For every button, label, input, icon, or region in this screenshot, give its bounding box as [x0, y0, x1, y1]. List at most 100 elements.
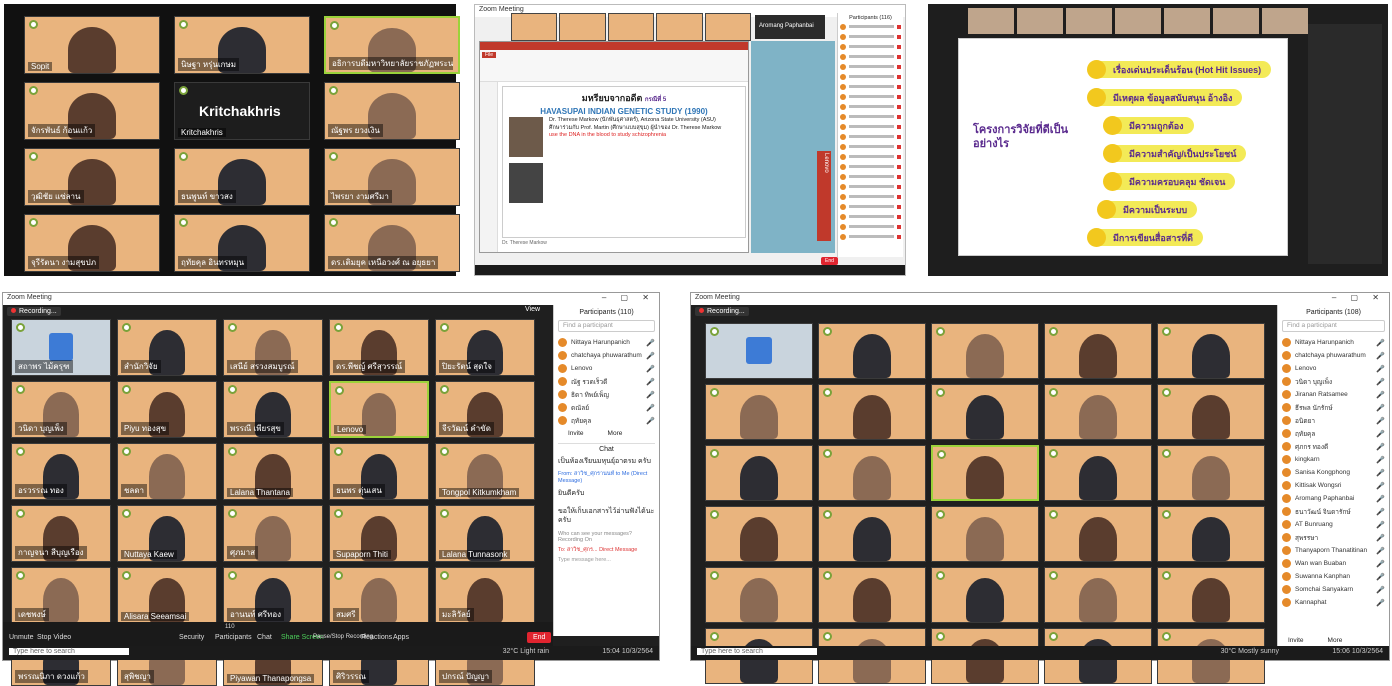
video-tile[interactable]: Supaporn Thiti [329, 505, 429, 562]
recording-indicator[interactable]: Recording... [695, 307, 749, 316]
video-thumb[interactable] [968, 8, 1014, 34]
video-tile[interactable]: นิษฐา หรุ่นเกษม [174, 16, 310, 74]
mic-muted-icon[interactable] [897, 214, 901, 219]
video-tile[interactable] [1044, 323, 1152, 379]
video-tile[interactable]: Piyu ทองสุข [117, 381, 217, 438]
participant-row[interactable]: chatchaya phuwarathum 🎤 [1282, 349, 1385, 362]
video-tile[interactable]: ธนพูนท์ ขาวสง [174, 148, 310, 206]
video-tile[interactable]: Sopit [24, 16, 160, 74]
video-tile[interactable]: มะลิวัลย์ [435, 567, 535, 624]
video-thumb[interactable] [607, 13, 655, 41]
video-tile[interactable]: ฤทัยคุล อินทรหมุน [174, 214, 310, 272]
video-tile[interactable] [931, 384, 1039, 440]
participant-row[interactable] [840, 62, 901, 71]
mic-muted-icon[interactable]: 🎤 [1376, 417, 1385, 425]
video-tile[interactable] [1157, 323, 1265, 379]
participant-row[interactable]: อนิตยา 🎤 [1282, 414, 1385, 427]
participant-row[interactable] [840, 122, 901, 131]
video-tile[interactable]: จักรพันธ์ ก้อนแก้ว [24, 82, 160, 140]
participant-row[interactable] [840, 22, 901, 31]
mic-muted-icon[interactable] [897, 184, 901, 189]
video-tile[interactable]: ดร.พีชญ์ ศรีสุวรรณ์ [329, 319, 429, 376]
video-thumb[interactable] [1164, 8, 1210, 34]
participant-row[interactable]: ดณัลย์ 🎤 [558, 401, 655, 414]
video-tile[interactable]: จุรีรัตนา งามสุขปภ [24, 214, 160, 272]
participant-row[interactable]: Suwanna Kanphan 🎤 [1282, 570, 1385, 583]
video-tile[interactable]: พรรณี เพียรสุข [223, 381, 323, 438]
video-tile[interactable]: สำนักวิจัย [117, 319, 217, 376]
speaker-thumb[interactable]: Aromang Paphanbai [755, 15, 825, 39]
reactions-button[interactable]: Reactions [361, 634, 392, 641]
participant-row[interactable]: Kittisak Wongsri 🎤 [1282, 479, 1385, 492]
mic-muted-icon[interactable]: 🎤 [1376, 573, 1385, 581]
video-tile[interactable] [931, 445, 1039, 501]
mic-muted-icon[interactable] [897, 224, 901, 229]
video-tile[interactable]: อรวรรณ ทอง [11, 443, 111, 500]
participant-row[interactable]: kingkarn 🎤 [1282, 453, 1385, 466]
video-thumb[interactable] [1017, 8, 1063, 34]
video-thumb[interactable] [559, 13, 606, 41]
participant-row[interactable] [840, 52, 901, 61]
weather-widget[interactable]: 30°C Mostly sunny [1221, 648, 1279, 655]
video-tile[interactable] [1157, 445, 1265, 501]
participant-row[interactable]: สุพรรษา 🎤 [1282, 531, 1385, 544]
video-tile[interactable] [1044, 567, 1152, 623]
video-tile[interactable]: กาญจนา สีบุญเรือง [11, 505, 111, 562]
more-button[interactable]: More [1328, 637, 1343, 644]
video-tile[interactable]: Nuttaya Kaew [117, 505, 217, 562]
mic-muted-icon[interactable] [897, 74, 901, 79]
mic-muted-icon[interactable]: 🎤 [1376, 508, 1385, 516]
slide-thumbnails[interactable] [480, 82, 498, 252]
unmute-button[interactable]: Unmute [9, 634, 34, 641]
mic-muted-icon[interactable] [897, 174, 901, 179]
mic-muted-icon[interactable] [897, 204, 901, 209]
participant-row[interactable] [840, 212, 901, 221]
mic-muted-icon[interactable]: 🎤 [1376, 599, 1385, 607]
mic-muted-icon[interactable] [897, 134, 901, 139]
invite-button[interactable]: Invite [568, 430, 584, 437]
mic-muted-icon[interactable]: 🎤 [1376, 469, 1385, 477]
ribbon-file-tab[interactable]: File [482, 52, 497, 58]
mic-muted-icon[interactable] [897, 124, 901, 129]
mic-muted-icon[interactable] [897, 44, 901, 49]
mic-muted-icon[interactable]: 🎤 [1376, 443, 1385, 451]
video-tile[interactable]: Alisara Seeamsai [117, 567, 217, 624]
video-tile[interactable]: Tongpol Kitkumkham [435, 443, 535, 500]
chat-recipient-select[interactable]: To: สาวิช_ศุกร... Direct Message [558, 546, 655, 554]
video-tile[interactable] [1157, 384, 1265, 440]
mic-muted-icon[interactable] [897, 64, 901, 69]
video-tile[interactable]: ณัฐพร ยวงเงิน [324, 82, 460, 140]
video-thumb[interactable] [1213, 8, 1259, 34]
participant-row[interactable] [840, 132, 901, 141]
participant-row[interactable]: AT Bunruang 🎤 [1282, 518, 1385, 531]
participant-row[interactable] [840, 42, 901, 51]
mic-muted-icon[interactable]: 🎤 [1376, 547, 1385, 555]
mic-muted-icon[interactable]: 🎤 [1376, 521, 1385, 529]
mic-muted-icon[interactable]: 🎤 [1376, 404, 1385, 412]
video-tile[interactable] [705, 445, 813, 501]
mic-muted-icon[interactable] [897, 234, 901, 239]
taskbar-search[interactable]: Type here to search [697, 648, 817, 655]
video-tile[interactable]: เดชพงษ์ [11, 567, 111, 624]
mic-muted-icon[interactable] [897, 84, 901, 89]
participant-row[interactable] [840, 142, 901, 151]
mic-muted-icon[interactable] [897, 54, 901, 59]
mic-muted-icon[interactable]: 🎤 [1376, 391, 1385, 399]
end-button[interactable]: End [527, 632, 552, 643]
participant-row[interactable]: วนิดา บุญเพ็ง 🎤 [1282, 375, 1385, 388]
participant-row[interactable] [840, 222, 901, 231]
video-tile[interactable]: สมศรี [329, 567, 429, 624]
mic-muted-icon[interactable] [897, 104, 901, 109]
participant-row[interactable]: Sanisa Kongphong 🎤 [1282, 466, 1385, 479]
system-clock[interactable]: 15:04 10/3/2564 [602, 648, 653, 655]
video-tile[interactable]: สถาพร ไม้ครุฑ [11, 319, 111, 376]
participant-row[interactable]: ธีรพล นักรักษ์ 🎤 [1282, 401, 1385, 414]
video-tile[interactable]: ปิยะรัตน์ สุดใจ [435, 319, 535, 376]
participant-row[interactable]: Wan wan Buaban 🎤 [1282, 557, 1385, 570]
participant-row[interactable]: ฤทัยคุล 🎤 [558, 414, 655, 427]
video-tile[interactable]: อานนท์ ศรีทอง [223, 567, 323, 624]
video-tile[interactable]: เสนีย์ สรวงสมบูรณ์ [223, 319, 323, 376]
participant-row[interactable]: chatchaya phuwarathum 🎤 [558, 349, 655, 362]
mic-muted-icon[interactable] [897, 114, 901, 119]
stop-video-button[interactable]: Stop Video [37, 634, 71, 641]
